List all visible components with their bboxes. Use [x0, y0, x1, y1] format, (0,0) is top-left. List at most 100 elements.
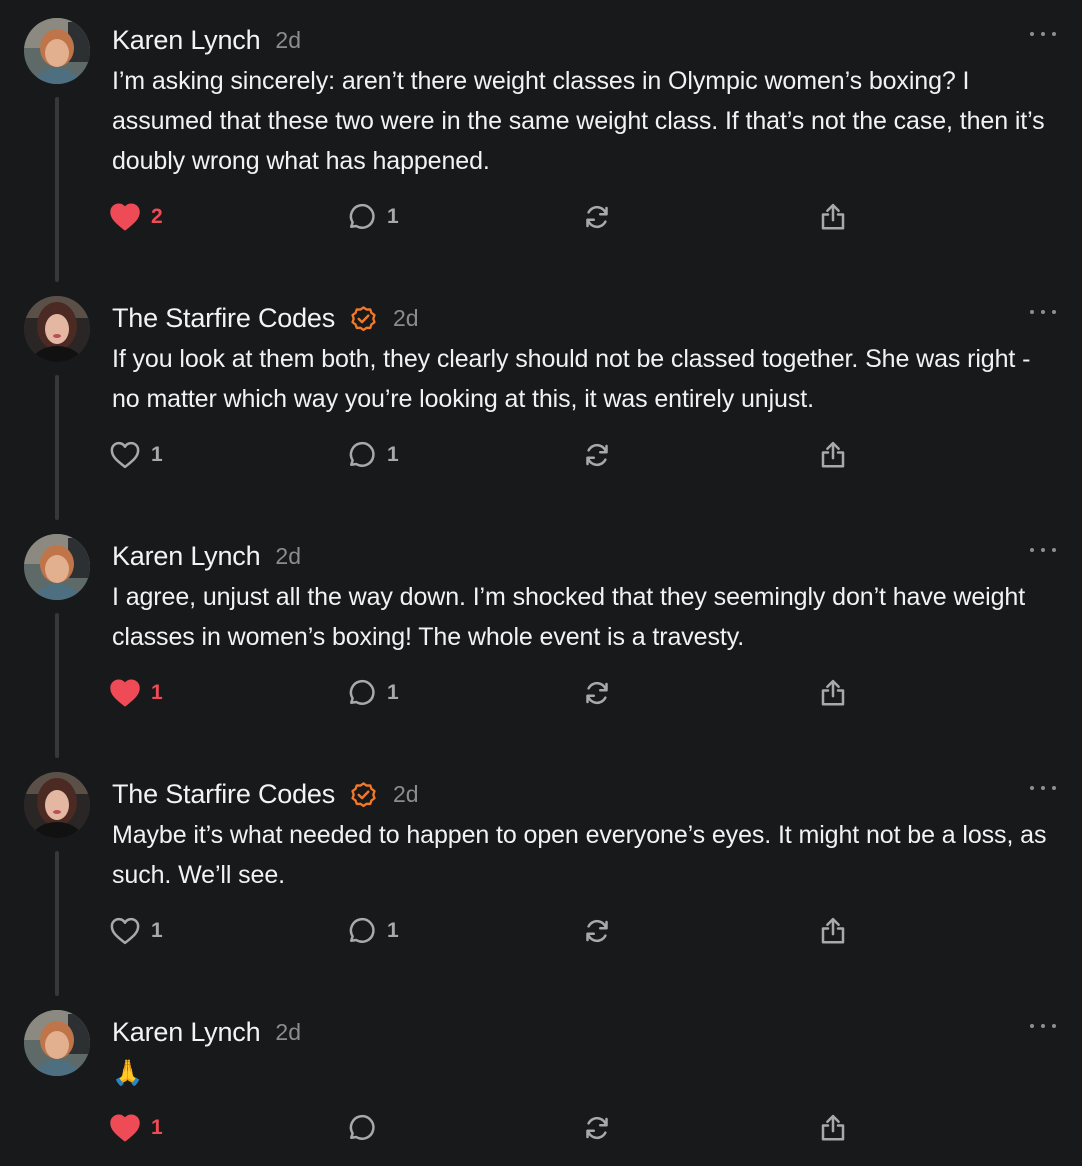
share-icon	[821, 917, 845, 944]
share-button[interactable]	[818, 673, 848, 713]
heart-icon	[110, 917, 140, 945]
like-button[interactable]: 2	[110, 197, 163, 237]
heart-icon	[110, 679, 140, 707]
heart-icon	[110, 441, 140, 469]
author-name[interactable]: Karen Lynch	[112, 1017, 261, 1048]
share-button[interactable]	[818, 197, 848, 237]
repost-icon	[586, 443, 608, 467]
more-options-icon[interactable]	[1030, 782, 1056, 794]
reply-button[interactable]: 1	[346, 197, 399, 237]
avatar[interactable]	[24, 534, 90, 600]
speech-bubble-icon	[349, 203, 375, 229]
author-name[interactable]: Karen Lynch	[112, 541, 261, 572]
comment-post: Karen Lynch 2d I agree, unjust all the w…	[0, 516, 1082, 758]
comment-thread: Karen Lynch 2d I’m asking sincerely: are…	[0, 0, 1082, 1166]
like-button[interactable]: 1	[110, 1108, 163, 1148]
more-options-icon[interactable]	[1030, 544, 1056, 556]
like-count: 1	[151, 443, 163, 466]
share-button[interactable]	[818, 1108, 848, 1148]
reply-button[interactable]: 1	[346, 435, 399, 475]
post-text: Maybe it’s what needed to happen to open…	[112, 821, 1047, 889]
more-options-icon[interactable]	[1030, 28, 1056, 40]
avatar[interactable]	[24, 296, 90, 362]
karen-avatar-icon	[24, 18, 90, 84]
reply-count: 1	[387, 205, 399, 228]
repost-button[interactable]	[582, 673, 612, 713]
post-text: I agree, unjust all the way down. I’m sh…	[112, 583, 1026, 651]
timestamp: 2d	[393, 304, 419, 331]
reply-button[interactable]: 1	[346, 673, 399, 713]
repost-button[interactable]	[582, 911, 612, 951]
reply-button[interactable]: 1	[346, 911, 399, 951]
author-name[interactable]: Karen Lynch	[112, 25, 261, 56]
comment-post: Karen Lynch 2d I’m asking sincerely: are…	[0, 0, 1082, 282]
share-icon	[821, 1114, 845, 1141]
timestamp: 2d	[275, 1018, 301, 1045]
author-name[interactable]: The Starfire Codes	[112, 779, 335, 810]
verified-badge-icon	[351, 781, 376, 807]
action-bar: 1 1	[110, 673, 870, 713]
comment-post: The Starfire Codes 2d Maybe it’s what ne…	[0, 754, 1082, 996]
avatar[interactable]	[24, 18, 90, 84]
post-header: Karen Lynch 2d	[112, 20, 301, 60]
share-icon	[821, 441, 845, 468]
heart-icon	[110, 203, 140, 231]
reply-count: 1	[387, 443, 399, 466]
share-icon	[821, 203, 845, 230]
speech-bubble-icon	[349, 679, 375, 705]
speech-bubble-icon	[349, 441, 375, 467]
repost-button[interactable]	[582, 435, 612, 475]
post-text: 🙏	[112, 1059, 144, 1087]
avatar[interactable]	[24, 1010, 90, 1076]
post-header: The Starfire Codes 2d	[112, 774, 419, 814]
action-bar: 2 1	[110, 197, 870, 237]
action-bar: 1	[110, 1108, 870, 1148]
repost-button[interactable]	[582, 197, 612, 237]
post-text: I’m asking sincerely: aren’t there weigh…	[112, 67, 1045, 175]
thread-line	[55, 851, 59, 996]
timestamp: 2d	[275, 542, 301, 569]
timestamp: 2d	[275, 26, 301, 53]
repost-icon	[586, 205, 608, 229]
comment-post: The Starfire Codes 2d If you look at the…	[0, 278, 1082, 520]
reply-button[interactable]	[346, 1108, 387, 1148]
thread-line	[55, 613, 59, 758]
post-text: If you look at them both, they clearly s…	[112, 345, 1031, 413]
timestamp: 2d	[393, 780, 419, 807]
like-button[interactable]: 1	[110, 911, 163, 951]
action-bar: 1 1	[110, 911, 870, 951]
starfire-avatar-icon	[24, 772, 90, 838]
like-count: 1	[151, 919, 163, 942]
repost-button[interactable]	[582, 1108, 612, 1148]
karen-avatar-icon	[24, 534, 90, 600]
like-count: 1	[151, 681, 163, 704]
share-icon	[821, 679, 845, 706]
more-options-icon[interactable]	[1030, 1020, 1056, 1032]
repost-icon	[586, 919, 608, 943]
reply-count: 1	[387, 919, 399, 942]
verified-badge-icon	[351, 305, 376, 331]
share-button[interactable]	[818, 435, 848, 475]
repost-icon	[586, 681, 608, 705]
thread-line	[55, 375, 59, 520]
reply-count: 1	[387, 681, 399, 704]
share-button[interactable]	[818, 911, 848, 951]
more-options-icon[interactable]	[1030, 306, 1056, 318]
heart-icon	[110, 1114, 140, 1142]
author-name[interactable]: The Starfire Codes	[112, 303, 335, 334]
thread-line	[55, 97, 59, 282]
karen-avatar-icon	[24, 1010, 90, 1076]
action-bar: 1 1	[110, 435, 870, 475]
like-count: 2	[151, 205, 163, 228]
post-header: The Starfire Codes 2d	[112, 298, 419, 338]
starfire-avatar-icon	[24, 296, 90, 362]
like-button[interactable]: 1	[110, 673, 163, 713]
repost-icon	[586, 1116, 608, 1140]
comment-post: Karen Lynch 2d 🙏 1	[0, 992, 1082, 1166]
speech-bubble-icon	[349, 1114, 375, 1140]
post-header: Karen Lynch 2d	[112, 536, 301, 576]
speech-bubble-icon	[349, 917, 375, 943]
like-count: 1	[151, 1116, 163, 1139]
like-button[interactable]: 1	[110, 435, 163, 475]
avatar[interactable]	[24, 772, 90, 838]
